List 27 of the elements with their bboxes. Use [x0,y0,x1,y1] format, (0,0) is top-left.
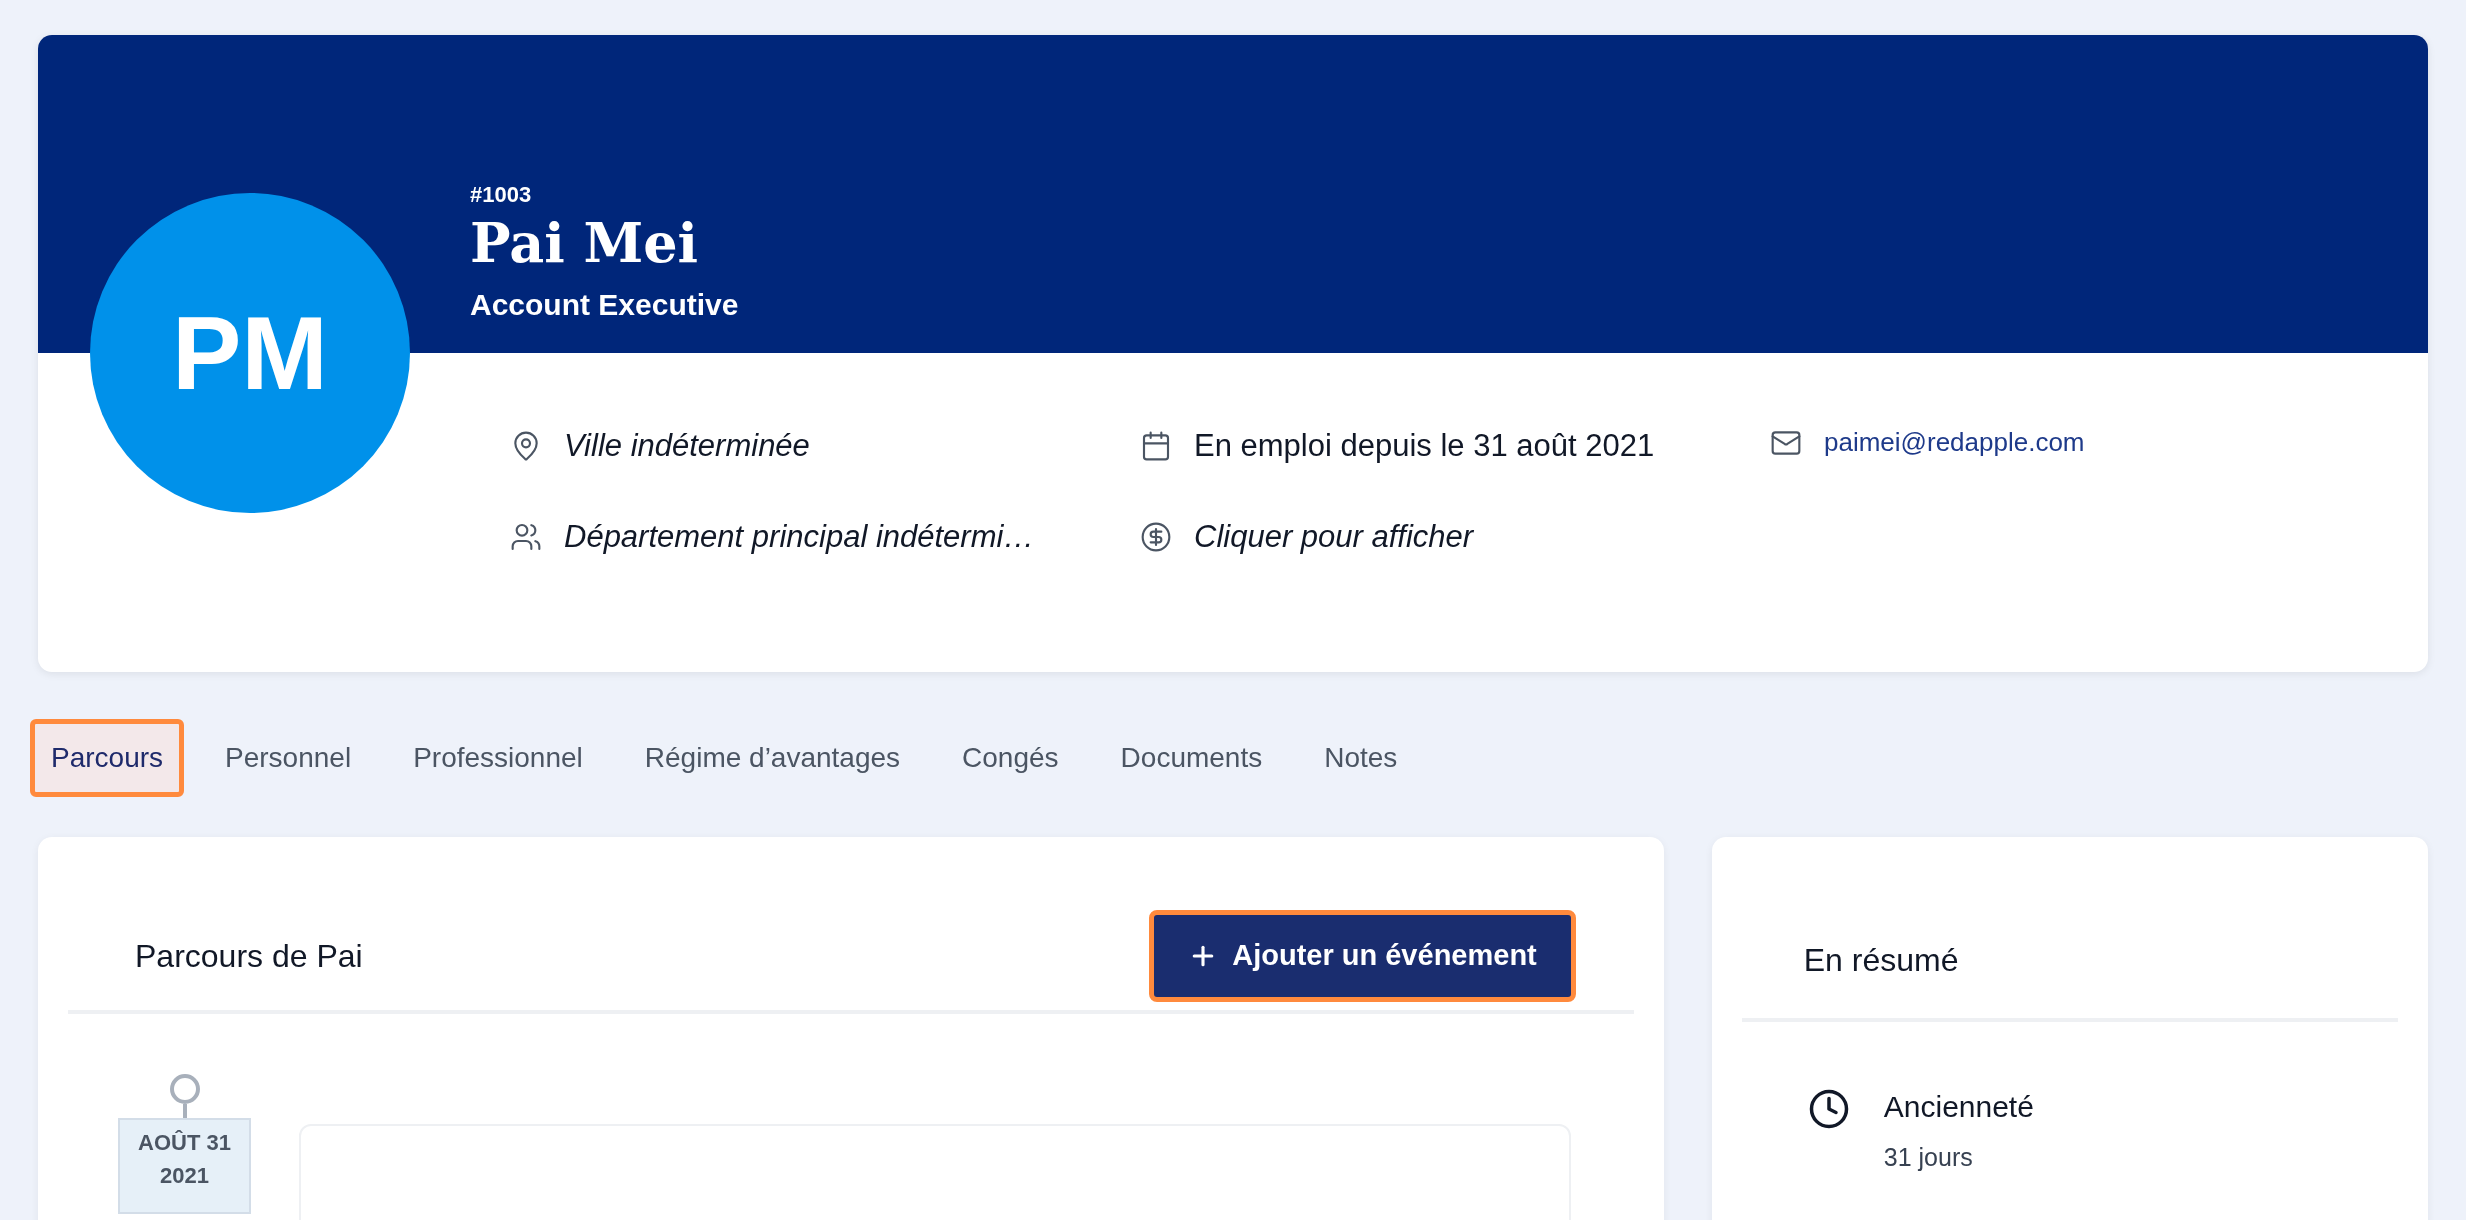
tab[interactable]: Parcours [30,719,185,797]
tab[interactable]: Professionnel [392,719,604,797]
job-title: Account Executive [470,287,739,323]
tab[interactable]: Personnel [204,719,373,797]
detail-text: En emploi depuis le 31 août 2021 [1194,427,1655,465]
summary-label: Ancienneté [1883,1089,2034,1125]
calendar-icon [1140,430,1172,463]
email-link[interactable]: paimei@redapple.com [1824,423,2085,462]
tab[interactable]: Notes [1303,719,1419,797]
add-event-button[interactable]: Ajouter un événement [1149,910,1576,1002]
avatar-initials: PM [172,294,328,413]
summary-value: 31 jours [1883,1142,1974,1173]
tab[interactable]: Congés [941,719,1080,797]
timeline-node-icon [169,1074,200,1104]
detail-text: Département principal indétermi… [564,517,1035,556]
tab[interactable]: Régime d’avantages [623,719,922,797]
employee-number: #1003 [470,181,533,210]
tab[interactable]: Documents [1099,719,1284,797]
event-year: 2021 [160,1162,209,1190]
dollar-icon [1140,520,1172,553]
detail-text: Cliquer pour afficher [1194,517,1474,556]
employee-name: Pai Mei [470,211,700,276]
section-title: En résumé [1803,941,1959,980]
section-title: Parcours de Pai [135,937,363,976]
event-date: AOÛT 31 [138,1129,231,1157]
clock-icon [1807,1088,1850,1130]
detail-text: Ville indéterminée [564,427,810,465]
